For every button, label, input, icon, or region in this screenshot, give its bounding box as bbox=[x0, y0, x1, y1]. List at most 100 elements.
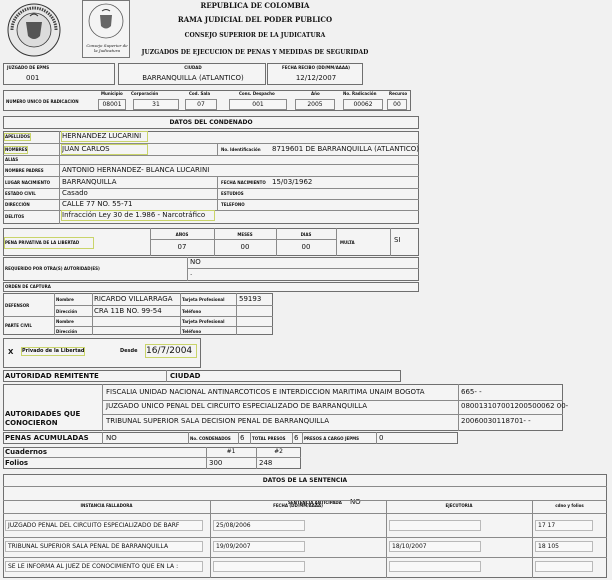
header-republic: REPUBLICA DE COLOMBIA bbox=[200, 1, 310, 10]
padres-label: NOMBRE PADRES bbox=[5, 168, 44, 173]
rad-numero[interactable]: 00062 bbox=[343, 99, 383, 110]
presos-cargo-value[interactable]: 0 bbox=[379, 434, 383, 443]
identificacion-label: No. Identificación bbox=[221, 147, 261, 152]
sentencia-row-3-folios[interactable] bbox=[535, 561, 593, 572]
sentencia-row-2-ejecutoria[interactable]: 18/10/2007 bbox=[389, 541, 481, 552]
parte-civil-tarjeta-label: Tarjeta Profesional bbox=[182, 319, 225, 324]
ciudad-box: CIUDAD BARRANQUILLA (ATLANTICO) bbox=[118, 63, 266, 85]
lugar-nacimiento-value[interactable]: BARRANQUILLA bbox=[62, 178, 117, 187]
delitos-value[interactable]: Infracción Ley 30 de 1.986 - Narcotráfic… bbox=[61, 210, 215, 221]
pena-multa-label: MULTA bbox=[340, 240, 355, 245]
requerido-value[interactable]: NO bbox=[190, 258, 201, 267]
defensor-nombre-value[interactable]: RICARDO VILLARRAGA bbox=[94, 295, 173, 304]
padres-value[interactable]: ANTONIO HERNANDEZ- BLANCA LUCARINI bbox=[62, 166, 209, 175]
privado-mark[interactable]: X bbox=[8, 348, 13, 357]
pena-label: PENA PRIVATIVA DE LA LIBERTAD bbox=[4, 237, 94, 249]
ciudad-value[interactable]: BARRANQUILLA (ATLANTICO) bbox=[119, 74, 267, 83]
sentencia-title: DATOS DE LA SENTENCIA bbox=[262, 477, 348, 484]
sentencia-row-3-ejecutoria[interactable] bbox=[389, 561, 481, 572]
presos-cargo-label: PRESOS A CARGO JEPMS bbox=[304, 436, 359, 441]
requerido-extra[interactable]: . bbox=[190, 269, 192, 278]
instancia-header: INSTANCIA FALLADORA bbox=[80, 503, 133, 508]
condenado-title: DATOS DEL CONDENADO bbox=[169, 119, 253, 126]
privado-label: Privado de la Libertad bbox=[20, 347, 86, 356]
autoridades-conocieron-label: AUTORIDADES QUE CONOCIERON bbox=[5, 410, 81, 427]
autoridad-row-3-name: TRIBUNAL SUPERIOR SALA DECISION PENAL DE… bbox=[106, 417, 330, 425]
autoridad-row-2-name: JUZGADO UNICO PENAL DEL CIRCUITO ESPECIA… bbox=[106, 402, 367, 410]
cuaderno-1-label: #1 bbox=[226, 448, 236, 455]
captura-section bbox=[3, 282, 419, 292]
sentencia-row-1-instancia[interactable]: JUZGADO PENAL DEL CIRCUITO ESPECIALIZADO… bbox=[5, 520, 203, 531]
pena-meses-label: MESES bbox=[237, 232, 253, 237]
identificacion-value[interactable]: 8719601 DE BARRANQUILLA (ATLANTICO) bbox=[272, 145, 419, 154]
pena-dias-label: DIAS bbox=[300, 232, 312, 237]
rad-header-corporacion: Corporación bbox=[131, 91, 159, 96]
condenado-title-box: DATOS DEL CONDENADO bbox=[3, 116, 419, 129]
sentencia-row-1-fecha[interactable]: 25/08/2006 bbox=[213, 520, 305, 531]
defensor-tarjeta-value[interactable]: 59193 bbox=[239, 295, 261, 304]
penas-acumuladas-label: PENAS ACUMULADAS bbox=[5, 434, 89, 442]
folios-header: cdno y folios bbox=[555, 503, 584, 508]
rad-sala[interactable]: 07 bbox=[185, 99, 217, 110]
rad-municipio[interactable]: 08001 bbox=[98, 99, 126, 110]
sentencia-row-2-fecha[interactable]: 19/09/2007 bbox=[213, 541, 305, 552]
defensor-nombre-label: Nombre bbox=[56, 297, 74, 302]
apellidos-value[interactable]: HERNANDEZ LUCARINI bbox=[61, 131, 148, 142]
juzgado-value[interactable]: 001 bbox=[26, 74, 39, 83]
juzgado-label: JUZGADO DE EPMS bbox=[7, 65, 50, 70]
rad-header-despacho: Cons. Despacho bbox=[239, 91, 275, 96]
header-council: CONSEJO SUPERIOR DE LA JUDICATURA bbox=[184, 32, 326, 39]
rad-corporacion[interactable]: 31 bbox=[133, 99, 179, 110]
sentencia-row-2-instancia[interactable]: TRIBUNAL SUPERIOR SALA PENAL DE BARRANQU… bbox=[5, 541, 203, 552]
folios-1-value[interactable]: 300 bbox=[209, 459, 222, 468]
estudios-label: ESTUDIOS bbox=[221, 191, 244, 196]
fecha-recibo-value[interactable]: 12/12/2007 bbox=[268, 74, 364, 83]
defensor-direccion-value[interactable]: CRA 11B NO. 99-54 bbox=[94, 307, 162, 316]
rad-despacho[interactable]: 001 bbox=[229, 99, 287, 110]
condenados-value[interactable]: 6 bbox=[240, 434, 244, 443]
sentencia-row-3-instancia[interactable]: SE LE INFORMA AL JUEZ DE CONOCIMIENTO QU… bbox=[5, 561, 203, 572]
juzgado-box: JUZGADO DE EPMS 001 bbox=[3, 63, 115, 85]
rad-header-radicacion: No. Radicación bbox=[343, 91, 377, 96]
autoridad-row-1-code: 665- - bbox=[461, 388, 482, 396]
fecha-nacimiento-value[interactable]: 15/03/1962 bbox=[272, 178, 312, 187]
autoridad-row-3-code: 20060030118701- - bbox=[461, 417, 531, 425]
direccion-value[interactable]: CALLE 77 NO. 55-71 bbox=[62, 200, 133, 209]
header-courts: JUZGADOS DE EJECUCION DE PENAS Y MEDIDAS… bbox=[141, 49, 369, 56]
radicacion-fields: Municipio Corporación Cod. Sala Cons. De… bbox=[97, 90, 411, 111]
sentencia-row-1-folios[interactable]: 17 17 bbox=[535, 520, 593, 531]
pena-meses-value[interactable]: 00 bbox=[214, 243, 276, 252]
rad-recurso[interactable]: 00 bbox=[387, 99, 407, 110]
parte-civil-telefono-label: Teléfono bbox=[182, 329, 202, 334]
cuaderno-2-label: #2 bbox=[274, 448, 283, 455]
defensor-tarjeta-label: Tarjeta Profesional bbox=[182, 297, 225, 302]
ciudad-label: CIUDAD bbox=[184, 65, 202, 70]
ejecutoria-header: EJECUTORIA bbox=[445, 503, 473, 508]
privado-desde-value[interactable]: 16/7/2004 bbox=[145, 344, 197, 358]
pena-anos-value[interactable]: 07 bbox=[150, 243, 214, 252]
autoridad-ciudad-label: CIUDAD bbox=[170, 372, 201, 380]
pena-multa-value[interactable]: SI bbox=[394, 236, 401, 245]
court-seal bbox=[4, 2, 64, 58]
defensor-label: DEFENSOR bbox=[5, 303, 30, 308]
total-presos-value[interactable]: 6 bbox=[294, 434, 298, 443]
autoridad-remitente-label: AUTORIDAD REMITENTE bbox=[5, 372, 99, 380]
estado-civil-value[interactable]: Casado bbox=[62, 189, 88, 198]
condenados-label: No. CONDENADOS bbox=[190, 436, 231, 441]
delitos-label: DELITOS bbox=[5, 214, 25, 219]
rad-ano[interactable]: 2005 bbox=[295, 99, 335, 110]
sentencia-row-1-ejecutoria[interactable] bbox=[389, 520, 481, 531]
captura-label: ORDEN DE CAPTURA bbox=[5, 284, 51, 289]
penas-acumuladas-value[interactable]: NO bbox=[106, 434, 117, 443]
autoridad-row-2-code: 080013107001200500062 00- bbox=[461, 402, 569, 410]
alias-label: ALIAS bbox=[5, 157, 19, 162]
direccion-label: DIRECCIÓN bbox=[5, 202, 30, 207]
apellidos-label: APELLIDOS bbox=[4, 133, 31, 141]
nombres-value[interactable]: JUAN CARLOS bbox=[61, 144, 148, 155]
pena-dias-value[interactable]: 00 bbox=[276, 243, 336, 252]
rad-header-sala: Cod. Sala bbox=[189, 91, 211, 96]
sentencia-row-3-fecha[interactable] bbox=[213, 561, 305, 572]
lugar-nacimiento-label: LUGAR NACIMIENTO bbox=[5, 180, 51, 185]
sentencia-row-2-folios[interactable]: 18 105 bbox=[535, 541, 593, 552]
folios-2-value[interactable]: 248 bbox=[259, 459, 272, 468]
